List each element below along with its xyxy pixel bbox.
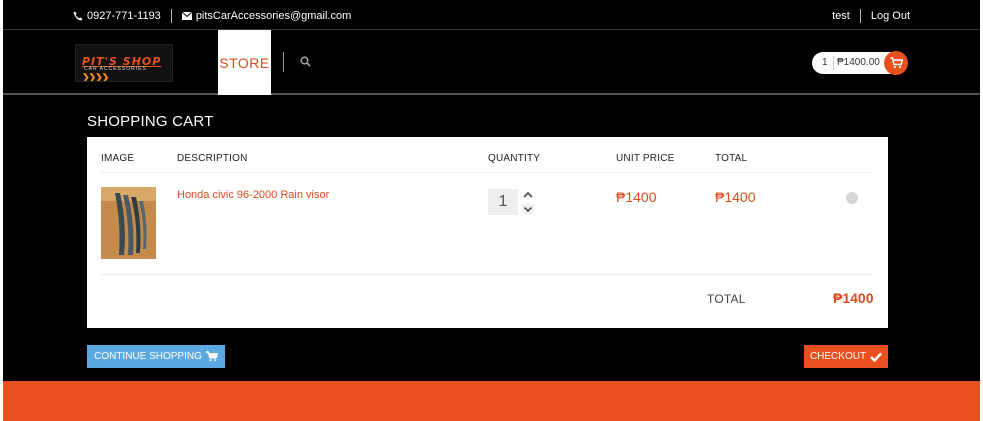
product-thumbnail[interactable] (101, 187, 156, 259)
column-header-quantity: QUANTITY (488, 153, 541, 164)
unit-price: ₱1400 (616, 189, 657, 205)
logo[interactable]: PIT'S SHOP CAR ACCESSORIES ❯❯❯❯ (75, 44, 173, 82)
cart-total-label: TOTAL (707, 292, 746, 306)
column-header-unit-price: UNIT PRICE (616, 153, 675, 164)
footer-band (3, 381, 980, 421)
header-divider (101, 172, 872, 173)
contact-divider (170, 9, 172, 23)
phone-number: 0927-771-1193 (87, 10, 161, 22)
logout-link[interactable]: Log Out (871, 10, 910, 22)
column-header-image: IMAGE (101, 153, 135, 164)
cart-icon (890, 57, 903, 69)
page-title: SHOPPING CART (87, 113, 214, 130)
checkout-button[interactable]: CHECKOUT (804, 345, 888, 368)
nav-store-tab[interactable]: STORE (218, 30, 271, 95)
cart-table: IMAGE DESCRIPTION QUANTITY UNIT PRICE TO… (87, 137, 888, 328)
rain-visor-image (101, 187, 156, 259)
page-frame: 0927-771-1193 pitsCarAccessories@gmail.c… (0, 0, 983, 421)
column-header-description: DESCRIPTION (177, 153, 248, 164)
chevron-down-icon[interactable] (521, 203, 535, 215)
user-divider (859, 9, 861, 23)
checkmark-icon (870, 352, 882, 362)
checkout-label: CHECKOUT (809, 351, 867, 362)
search-icon[interactable] (300, 56, 311, 67)
main-nav: PIT'S SHOP CAR ACCESSORIES ❯❯❯❯ STORE 1 … (3, 30, 980, 95)
product-name-link[interactable]: Honda civic 96-2000 Rain visor (177, 189, 329, 201)
line-total: ₱1400 (715, 189, 756, 205)
remove-item-button[interactable] (846, 192, 858, 204)
cart-pill-divider (833, 56, 834, 70)
nav-divider (283, 52, 284, 72)
mini-cart[interactable]: 1 ₱1400.00 (812, 51, 908, 75)
cart-button[interactable] (884, 51, 908, 75)
chevron-up-icon[interactable] (521, 189, 535, 201)
cart-total-value: ₱1400 (833, 290, 874, 306)
logo-chevrons: ❯❯❯❯ (82, 72, 109, 82)
envelope-icon (181, 12, 192, 20)
quantity-input[interactable]: 1 (488, 189, 518, 215)
user-name-link[interactable]: test (832, 10, 850, 22)
phone-icon (73, 11, 83, 21)
cart-count: 1 (822, 57, 828, 68)
summary-divider (101, 274, 872, 275)
contact-info: 0927-771-1193 pitsCarAccessories@gmail.c… (73, 9, 351, 23)
quantity-stepper[interactable] (521, 187, 535, 217)
continue-shopping-label: CONTINUE SHOPPING (94, 351, 202, 362)
cart-icon (205, 351, 218, 362)
top-bar: 0927-771-1193 pitsCarAccessories@gmail.c… (3, 0, 980, 30)
user-menu: test Log Out (832, 9, 910, 23)
continue-shopping-button[interactable]: CONTINUE SHOPPING (87, 345, 225, 368)
column-header-total: TOTAL (715, 153, 748, 164)
cart-amount: ₱1400.00 (837, 57, 880, 68)
email-address: pitsCarAccessories@gmail.com (195, 10, 352, 22)
